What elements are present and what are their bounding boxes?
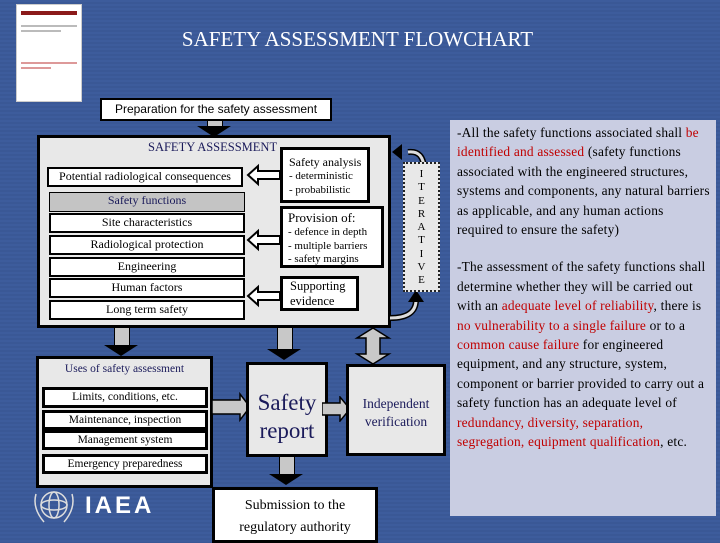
iterative-box: I T E R A T I V E xyxy=(403,162,440,292)
note-text: , there is xyxy=(653,298,702,314)
highlighted-text: no vulnerability to a single failure xyxy=(457,317,647,333)
iterative-letter: I xyxy=(419,168,424,180)
iaea-logo: IAEA xyxy=(30,486,160,526)
iterative-letter: E xyxy=(418,194,425,207)
hollow-arrows xyxy=(246,163,281,308)
item-potential-radiological: Potential radiological consequences xyxy=(47,167,243,187)
uses-heading: Uses of safety assessment xyxy=(64,363,185,375)
arrow-left-icon xyxy=(246,228,281,252)
item-safety-functions: Safety functions xyxy=(49,192,245,212)
iaea-logo-text: IAEA xyxy=(85,492,155,519)
uses-item-emergency: Emergency preparedness xyxy=(42,454,208,474)
safety-report-box: Safety report xyxy=(246,362,328,457)
uses-item-management: Management system xyxy=(42,430,208,450)
provision-item: - defence in depth xyxy=(288,226,368,238)
un-emblem-icon xyxy=(34,491,74,523)
submission-line: Submission to the xyxy=(244,498,346,513)
arrow-down xyxy=(269,457,303,485)
safety-analysis-item: - probabilistic xyxy=(289,184,351,196)
provision-box: Provision of: - defence in depth - multi… xyxy=(280,206,384,268)
note-text: or to a xyxy=(646,317,686,333)
notes-panel: -All the safety functions associated sha… xyxy=(450,120,716,516)
highlighted-text: redundancy, diversity, separation, segre… xyxy=(457,414,661,450)
item-long-term-safety: Long term safety xyxy=(49,300,245,320)
safety-analysis-title: Safety analysis xyxy=(289,155,362,169)
provision-title: Provision of: xyxy=(288,210,356,225)
arrow-down xyxy=(104,328,138,356)
iterative-letter: R xyxy=(417,207,426,220)
safety-report-line: report xyxy=(259,418,315,443)
notes-paragraph-2: -The assessment of the safety functions … xyxy=(457,257,710,451)
supporting-line: evidence xyxy=(290,294,335,308)
assessment-heading: SAFETY ASSESSMENT xyxy=(148,140,278,154)
independent-verification-box: Independent verification xyxy=(346,364,446,456)
iterative-letter: V xyxy=(417,261,426,274)
iterative-letter: I xyxy=(419,247,424,260)
independent-line: verification xyxy=(364,414,428,429)
cover-thumbnail xyxy=(16,4,82,102)
safety-analysis-item: - deterministic xyxy=(289,170,353,182)
submission-line: regulatory authority xyxy=(239,520,351,535)
notes-paragraph-1: -All the safety functions associated sha… xyxy=(457,123,710,239)
item-human-factors: Human factors xyxy=(49,278,245,298)
arrow-down xyxy=(197,121,231,137)
highlighted-text: adequate level of reliability xyxy=(501,298,654,314)
safety-analysis-box: Safety analysis - deterministic - probab… xyxy=(280,147,370,203)
iterative-letter: E xyxy=(418,274,425,287)
supporting-line: Supporting xyxy=(290,279,346,293)
highlighted-text: common cause failure xyxy=(457,337,580,353)
uses-item-maintenance: Maintenance, inspection xyxy=(42,410,208,430)
preparation-box: Preparation for the safety assessment xyxy=(100,98,332,121)
arrow-left-icon xyxy=(246,163,281,187)
item-radiological-protection: Radiological protection xyxy=(49,235,245,255)
page-title: SAFETY ASSESSMENT FLOWCHART xyxy=(181,27,534,51)
arrow-left-icon xyxy=(246,284,281,308)
note-text: , etc. xyxy=(660,434,688,450)
note-text: -All the safety functions associated sha… xyxy=(457,125,686,140)
provision-item: - multiple barriers xyxy=(288,239,368,252)
supporting-evidence-box: Supporting evidence xyxy=(280,276,359,311)
arrow-down xyxy=(267,328,301,360)
independent-line: Independent xyxy=(362,396,430,411)
submission-box: Submission to the regulatory authority xyxy=(212,487,378,543)
safety-report-line: Safety xyxy=(257,390,317,415)
uses-item-limits: Limits, conditions, etc. xyxy=(42,387,208,408)
bidirectional-arrow xyxy=(354,327,392,365)
iterative-letter: T xyxy=(418,234,425,247)
item-site-characteristics: Site characteristics xyxy=(49,213,245,233)
item-engineering: Engineering xyxy=(49,257,245,277)
iterative-letter: T xyxy=(418,181,425,194)
provision-item: - safety margins xyxy=(288,253,359,265)
iterative-letter: A xyxy=(417,221,426,234)
